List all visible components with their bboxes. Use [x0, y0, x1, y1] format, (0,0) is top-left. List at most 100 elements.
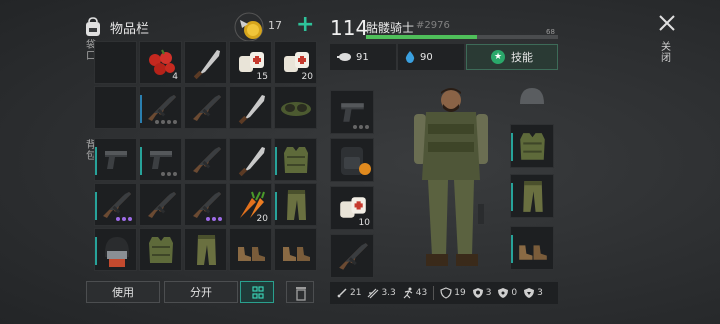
pistol-icon	[95, 139, 137, 181]
vest-icon	[140, 229, 182, 271]
inventory-slot[interactable]	[139, 183, 182, 226]
item-count: 4	[172, 72, 178, 82]
shield-icon	[440, 287, 452, 299]
weapon-slot[interactable]	[330, 90, 374, 134]
item-count: 20	[301, 72, 313, 82]
character-name: 骷髅骑士	[366, 21, 415, 35]
sort-button[interactable]	[240, 281, 274, 303]
goggles-icon	[275, 87, 317, 129]
bio-defense-value: 3	[537, 288, 543, 298]
inventory-slot[interactable]: 20	[274, 41, 317, 84]
durability-dots	[116, 217, 132, 221]
item-count: 20	[256, 214, 268, 224]
inventory-slot[interactable]	[139, 86, 182, 129]
inventory-slot[interactable]	[94, 138, 137, 181]
sword-icon	[337, 288, 347, 298]
inventory-slot[interactable]	[184, 183, 227, 226]
durability-dots	[353, 125, 369, 129]
inventory-slot[interactable]	[229, 138, 272, 181]
head-slot[interactable]	[510, 76, 554, 120]
inventory-slot[interactable]	[184, 86, 227, 129]
rifle-icon	[140, 184, 182, 226]
run-icon	[403, 287, 413, 299]
legs-slot[interactable]	[510, 174, 554, 218]
rifle-icon	[331, 235, 374, 278]
durability-dots	[206, 217, 222, 221]
inventory-slot[interactable]	[274, 183, 317, 226]
pants-icon	[185, 229, 227, 271]
inventory-slot[interactable]	[229, 86, 272, 129]
inventory-slot[interactable]: 15	[229, 41, 272, 84]
add-coins-button[interactable]: +	[296, 13, 314, 37]
use-button[interactable]: 使用	[86, 281, 160, 303]
meat-icon	[337, 53, 351, 61]
skull-defense-stat: 3	[472, 287, 491, 299]
water-drop-icon	[405, 51, 415, 63]
character-id: #2976	[416, 20, 450, 31]
inventory-slot[interactable]	[184, 138, 227, 181]
inventory-slot[interactable]	[94, 183, 137, 226]
backpack-slot[interactable]	[330, 138, 374, 182]
bio-defense-stat: 3	[523, 287, 543, 299]
inventory-slot[interactable]	[139, 138, 182, 181]
xp-fill	[366, 35, 478, 39]
boots-icon	[230, 229, 272, 271]
inventory-header: 物品栏	[84, 14, 149, 40]
backpack-icon	[86, 17, 100, 36]
boots-icon	[511, 227, 554, 270]
movement-value: 43	[415, 288, 428, 298]
inventory-slot[interactable]	[274, 86, 317, 129]
coin-count: 17	[268, 19, 282, 32]
skills-label: 技能	[511, 51, 533, 64]
game-screen: 物品栏 17 + 袋口 背包 4 15 20 20 使用 分开 114 骷髅骑士…	[0, 0, 720, 324]
backpack-icon	[331, 139, 374, 182]
inventory-slot[interactable]	[94, 41, 137, 84]
pocket-grid: 4 15 20	[94, 41, 317, 129]
quick-slot[interactable]: 10	[330, 186, 374, 230]
durability-dots	[161, 172, 177, 176]
coin-icon[interactable]	[234, 12, 264, 42]
xp-bar	[366, 35, 558, 39]
inventory-slot[interactable]	[274, 138, 317, 181]
inventory-slot[interactable]: 20	[229, 183, 272, 226]
machete-icon	[230, 87, 272, 129]
trash-button[interactable]	[286, 281, 314, 303]
helmet-icon	[95, 229, 137, 271]
quick-slot[interactable]	[330, 234, 374, 278]
inventory-slot[interactable]	[184, 228, 227, 271]
divider	[433, 286, 435, 300]
inventory-slot[interactable]	[229, 228, 272, 271]
vest-icon	[275, 139, 317, 181]
inventory-slot[interactable]: 4	[139, 41, 182, 84]
machete-icon	[185, 42, 227, 84]
pants-icon	[511, 175, 554, 218]
character-level: 114	[330, 16, 369, 40]
close-label[interactable]: 关闭	[661, 42, 671, 64]
bandage-count: 10	[358, 218, 370, 228]
attack-stat: 21	[336, 287, 361, 299]
split-button[interactable]: 分开	[164, 281, 238, 303]
vest-icon	[511, 125, 554, 168]
close-icon[interactable]	[656, 12, 678, 34]
combat-stats-bar: 21 3.3 43 19 3 0 3	[330, 282, 558, 304]
attack-speed-stat: 3.3	[367, 287, 396, 299]
inventory-slot[interactable]	[184, 41, 227, 84]
inventory-slot[interactable]	[94, 86, 137, 129]
radiation-shield-icon	[498, 288, 509, 298]
inventory-slot[interactable]	[94, 228, 137, 271]
backpack-grid: 20	[94, 138, 317, 271]
inventory-slot[interactable]	[274, 228, 317, 271]
food-stat: 91	[330, 44, 396, 70]
water-stat: 90	[398, 44, 464, 70]
xp-value: 68	[546, 28, 555, 36]
attack-speed-value: 3.3	[381, 288, 396, 298]
trash-icon	[296, 287, 306, 301]
inventory-slot[interactable]	[139, 228, 182, 271]
grid-sort-icon	[252, 286, 264, 299]
feet-slot[interactable]	[510, 226, 554, 270]
body-slot[interactable]	[510, 124, 554, 168]
boots-icon	[275, 229, 317, 271]
radiation-defense-stat: 0	[497, 287, 517, 299]
pants-icon	[275, 184, 317, 226]
skills-button[interactable]: ★ 技能	[466, 44, 558, 70]
